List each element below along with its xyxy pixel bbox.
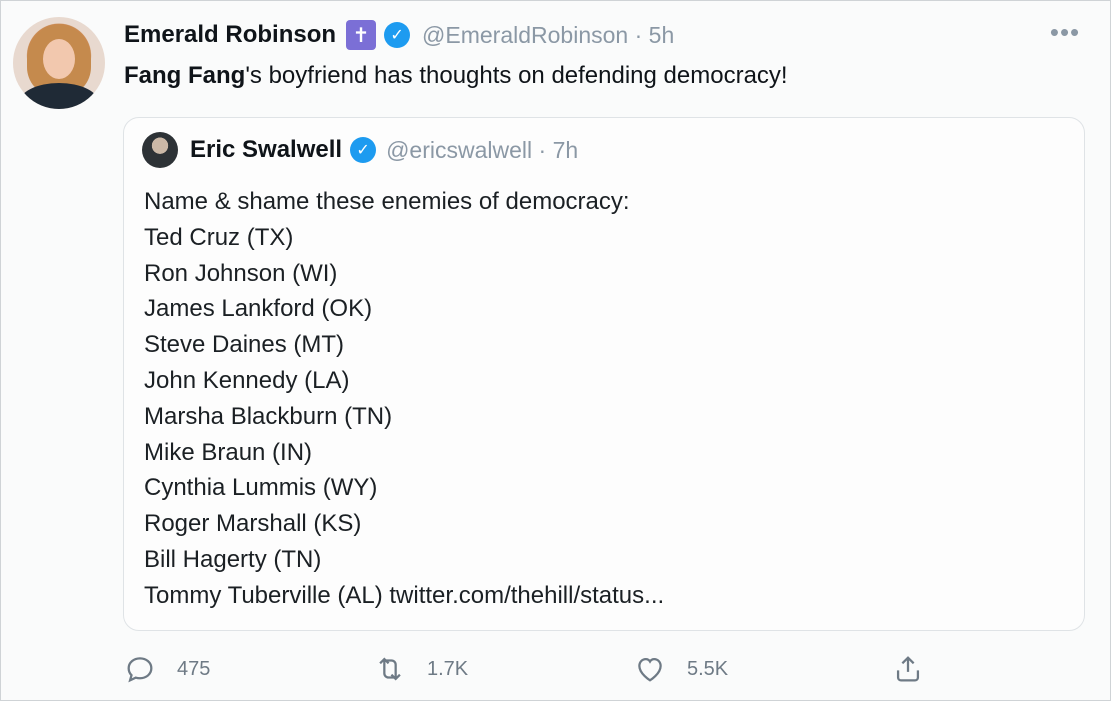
author-avatar[interactable] [13,17,105,109]
avatar-shoulders [19,83,99,109]
tweet-text-rest: 's boyfriend has thoughts on defending d… [245,62,788,89]
tweet-text-bold[interactable]: Fang Fang [124,62,245,89]
share-icon [896,656,920,682]
quoted-line: Ted Cruz (TX) [144,223,294,251]
quoted-line: Marsha Blackburn (TN) [144,402,393,430]
retweet-action[interactable]: 1.7K [373,649,468,689]
quoted-last-line-text: Tommy Tuberville (AL) [144,581,390,609]
quoted-author-handle: @ericswalwell · 7h [386,137,578,164]
quoted-line: Roger Marshall (KS) [144,510,362,538]
author-handle-text: @EmeraldRobinson [422,21,629,48]
quoted-line: John Kennedy (LA) [144,366,350,394]
author-handle[interactable]: @EmeraldRobinson · 5h [422,22,674,49]
quoted-line: Cynthia Lummis (WY) [144,474,378,502]
like-action[interactable]: 5.5K [633,649,728,689]
verified-icon: ✓ [384,22,411,48]
quoted-line: Name & shame these enemies of democracy: [144,188,630,215]
quoted-time: 7h [552,136,579,163]
tweet-text: Fang Fang's boyfriend has thoughts on de… [124,59,1084,93]
cross-badge-icon: ✝ [346,20,377,50]
tweet-time[interactable]: 5h [649,22,675,48]
reply-count: 475 [177,657,211,680]
retweet-icon [379,657,401,681]
retweet-count: 1.7K [427,657,469,680]
quoted-tweet[interactable]: Eric Swalwell ✓ @ericswalwell · 7h Name … [123,117,1085,631]
tweet-actions: 475 1.7K 5.5K [123,649,943,689]
avatar-face [43,39,75,79]
quoted-line: James Lankford (OK) [144,295,373,323]
header-separator: · [628,21,649,48]
quoted-tweet-body: Name & shame these enemies of democracy:… [144,184,1044,614]
quoted-line: Steve Daines (MT) [144,331,345,359]
reply-action[interactable]: 475 [123,649,210,689]
verified-icon: ✓ [350,137,377,163]
more-icon[interactable]: ••• [1043,19,1087,45]
quoted-tweet-header: Eric Swalwell ✓ @ericswalwell · 7h [142,132,578,168]
tweet-header: Emerald Robinson ✝ ✓ @EmeraldRobinson · … [124,19,674,51]
quoted-author-name: Eric Swalwell [190,136,343,163]
quoted-separator: · [532,136,553,163]
reply-icon [127,657,153,683]
quoted-line: Ron Johnson (WI) [144,259,338,287]
quoted-handle-text: @ericswalwell [386,136,533,163]
like-icon [638,657,662,682]
author-name[interactable]: Emerald Robinson [124,21,336,49]
like-count: 5.5K [687,657,729,680]
quoted-line: Mike Braun (IN) [144,438,313,466]
tweet-card: Emerald Robinson ✝ ✓ @EmeraldRobinson · … [0,0,1111,701]
quoted-author-avatar [142,132,178,168]
quoted-last-line: Tommy Tuberville (AL) twitter.com/thehil… [144,578,1044,614]
quoted-line: Bill Hagerty (TN) [144,545,322,573]
quoted-link[interactable]: twitter.com/thehill/status... [389,582,664,609]
share-action[interactable] [891,649,925,689]
